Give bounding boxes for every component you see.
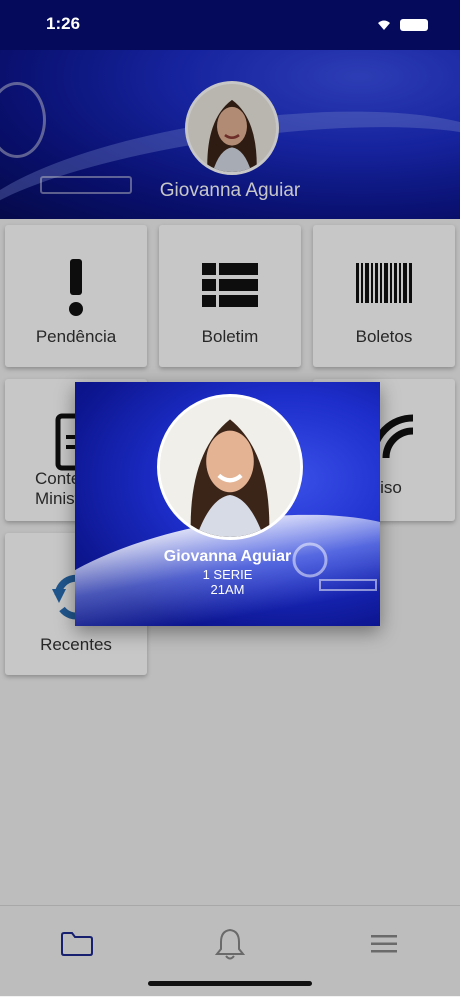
student-card-name: Giovanna Aguiar [163, 548, 292, 565]
status-bar: 1:26 [0, 0, 460, 50]
student-card-avatar [157, 394, 303, 540]
student-card-turma: 21AM [210, 582, 245, 597]
status-time: 1:26 [46, 14, 81, 33]
wifi-icon [378, 20, 390, 30]
status-icons [378, 19, 428, 31]
student-photo-icon [160, 397, 300, 537]
student-card-serie: 1 SERIE [202, 567, 253, 582]
battery-icon [400, 19, 428, 31]
home-indicator[interactable] [148, 981, 312, 986]
student-card-modal: Giovanna Aguiar 1 SERIE 21AM [75, 382, 380, 626]
